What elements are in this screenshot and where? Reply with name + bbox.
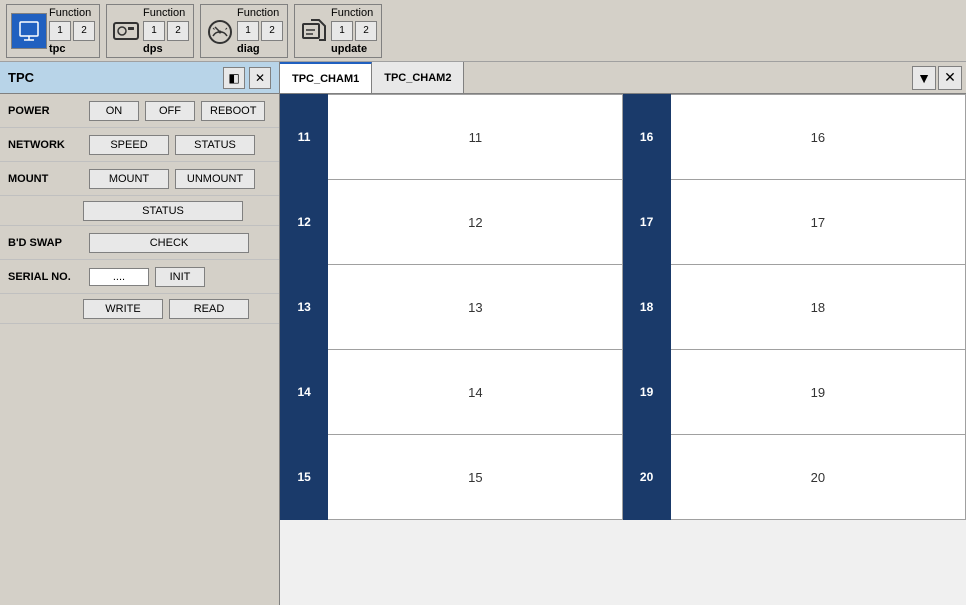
serial-no-row: SERIAL NO. INIT xyxy=(0,260,279,294)
grid-right-val: 18 xyxy=(670,265,965,350)
table-row: 15152020 xyxy=(281,435,966,520)
grid-container: 1111161612121717131318181414191915152020 xyxy=(280,94,966,605)
tpc-func-label: Function xyxy=(49,7,93,19)
update-btn-1[interactable]: 1 xyxy=(331,21,353,41)
power-row: POWER ON OFF REBOOT xyxy=(0,94,279,128)
pin-button[interactable]: ◧ xyxy=(223,67,245,89)
grid-right-val: 16 xyxy=(670,95,965,180)
tpc-btn-2[interactable]: 2 xyxy=(73,21,95,41)
update-icon[interactable] xyxy=(299,13,329,49)
left-panel: TPC ◧ ✕ POWER ON OFF REBOOT NETWORK SPEE… xyxy=(0,62,280,605)
grid-right-val: 19 xyxy=(670,350,965,435)
toolbar-group-tpc: Function 1 2 tpc xyxy=(6,4,100,58)
right-panel: TPC_CHAM1 TPC_CHAM2 ▼ ✕ 1111161612121717… xyxy=(280,62,966,605)
mount-status-button[interactable]: STATUS xyxy=(83,201,243,221)
grid-left-num: 12 xyxy=(281,180,328,265)
bd-swap-row: B'D SWAP CHECK xyxy=(0,226,279,260)
grid-left-val: 14 xyxy=(328,350,623,435)
tab-tpc-cham2[interactable]: TPC_CHAM2 xyxy=(372,62,464,93)
grid-left-num: 15 xyxy=(281,435,328,520)
table-row: 11111616 xyxy=(281,95,966,180)
update-label: update xyxy=(331,43,377,55)
grid-left-val: 12 xyxy=(328,180,623,265)
bd-swap-label: B'D SWAP xyxy=(8,237,83,249)
diag-label: diag xyxy=(237,43,283,55)
write-read-row: WRITE READ xyxy=(0,294,279,324)
mount-button[interactable]: MOUNT xyxy=(89,169,169,189)
grid-right-num: 17 xyxy=(623,180,670,265)
toolbar-group-diag: Function 1 2 diag xyxy=(200,4,288,58)
bd-swap-check-button[interactable]: CHECK xyxy=(89,233,249,253)
close-panel-button[interactable]: ✕ xyxy=(249,67,271,89)
grid-left-num: 14 xyxy=(281,350,328,435)
dps-label: dps xyxy=(143,43,189,55)
diag-func-label: Function xyxy=(237,7,281,19)
serial-no-init-button[interactable]: INIT xyxy=(155,267,205,287)
read-button[interactable]: READ xyxy=(169,299,249,319)
serial-no-input[interactable] xyxy=(89,268,149,286)
left-panel-header: TPC ◧ ✕ xyxy=(0,62,279,94)
grid-left-val: 11 xyxy=(328,95,623,180)
write-button[interactable]: WRITE xyxy=(83,299,163,319)
update-btn-2[interactable]: 2 xyxy=(355,21,377,41)
grid-left-val: 15 xyxy=(328,435,623,520)
serial-no-label: SERIAL NO. xyxy=(8,271,83,283)
grid-right-val: 20 xyxy=(670,435,965,520)
tpc-label: tpc xyxy=(49,43,95,55)
toolbar-group-dps: Function 1 2 dps xyxy=(106,4,194,58)
panel-title: TPC xyxy=(8,70,219,85)
grid-right-val: 17 xyxy=(670,180,965,265)
grid-right-num: 20 xyxy=(623,435,670,520)
diag-icon[interactable] xyxy=(205,13,235,49)
network-label: NETWORK xyxy=(8,139,83,151)
grid-right-num: 16 xyxy=(623,95,670,180)
tab-tpc-cham1[interactable]: TPC_CHAM1 xyxy=(280,62,372,93)
power-off-button[interactable]: OFF xyxy=(145,101,195,121)
dps-btn-2[interactable]: 2 xyxy=(167,21,189,41)
dps-func-label: Function xyxy=(143,7,187,19)
grid-left-val: 13 xyxy=(328,265,623,350)
toolbar: Function 1 2 tpc Function 1 2 dps xyxy=(0,0,966,62)
grid-table: 1111161612121717131318181414191915152020 xyxy=(280,94,966,520)
grid-right-num: 19 xyxy=(623,350,670,435)
unmount-button[interactable]: UNMOUNT xyxy=(175,169,255,189)
close-right-button[interactable]: ✕ xyxy=(938,66,962,90)
main-area: TPC ◧ ✕ POWER ON OFF REBOOT NETWORK SPEE… xyxy=(0,62,966,605)
power-reboot-button[interactable]: REBOOT xyxy=(201,101,265,121)
table-row: 12121717 xyxy=(281,180,966,265)
update-func-label: Function xyxy=(331,7,375,19)
dps-btn-1[interactable]: 1 xyxy=(143,21,165,41)
power-label: POWER xyxy=(8,105,83,117)
toolbar-group-update: Function 1 2 update xyxy=(294,4,382,58)
power-on-button[interactable]: ON xyxy=(89,101,139,121)
mount-row: MOUNT MOUNT UNMOUNT xyxy=(0,162,279,196)
network-status-button[interactable]: STATUS xyxy=(175,135,255,155)
mount-status-row: STATUS xyxy=(0,196,279,226)
diag-btn-2[interactable]: 2 xyxy=(261,21,283,41)
dps-icon[interactable] xyxy=(111,13,141,49)
tpc-icon[interactable] xyxy=(11,13,47,49)
filter-button[interactable]: ▼ xyxy=(912,66,936,90)
grid-left-num: 11 xyxy=(281,95,328,180)
right-panel-header: TPC_CHAM1 TPC_CHAM2 ▼ ✕ xyxy=(280,62,966,94)
grid-left-num: 13 xyxy=(281,265,328,350)
network-speed-button[interactable]: SPEED xyxy=(89,135,169,155)
grid-right-num: 18 xyxy=(623,265,670,350)
mount-label: MOUNT xyxy=(8,173,83,185)
table-row: 13131818 xyxy=(281,265,966,350)
tpc-btn-1[interactable]: 1 xyxy=(49,21,71,41)
diag-btn-1[interactable]: 1 xyxy=(237,21,259,41)
network-row: NETWORK SPEED STATUS xyxy=(0,128,279,162)
table-row: 14141919 xyxy=(281,350,966,435)
